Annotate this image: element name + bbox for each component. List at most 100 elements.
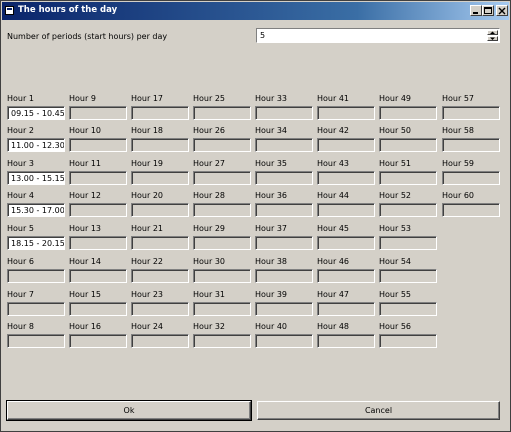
hour-input[interactable] [69,171,127,185]
hour-input[interactable]: 11.00 - 12.30 [7,138,65,152]
hour-label: Hour 4 [7,191,34,200]
hour-input[interactable] [69,138,127,152]
hour-input[interactable] [7,269,65,283]
hour-cell: Hour 37 [255,224,313,254]
hour-input[interactable] [131,106,189,120]
hour-input[interactable] [255,236,313,250]
hour-input[interactable] [193,236,251,250]
close-button[interactable] [496,5,508,16]
hour-input[interactable]: 18.15 - 20.15 [7,236,65,250]
hour-input[interactable] [131,138,189,152]
hour-input[interactable] [131,302,189,316]
hour-cell: Hour 51 [379,159,437,189]
hour-input[interactable] [379,334,437,348]
hour-input[interactable] [193,203,251,217]
hour-cell: Hour 31 [193,290,251,320]
arrow-down-icon [490,37,495,40]
hour-label: Hour 54 [379,257,411,266]
hour-label: Hour 44 [317,191,349,200]
hour-cell: Hour 21 [131,224,189,254]
hour-input[interactable] [69,203,127,217]
hour-input[interactable] [255,106,313,120]
hour-input[interactable] [193,269,251,283]
hour-input[interactable] [442,203,500,217]
hour-input[interactable] [442,138,500,152]
hour-input[interactable] [317,203,375,217]
hour-input[interactable] [131,269,189,283]
hour-cell: Hour 8 [7,322,65,352]
hour-input[interactable] [131,334,189,348]
hour-cell: Hour 55 [379,290,437,320]
hour-label: Hour 1 [7,94,34,103]
hour-input[interactable] [379,269,437,283]
hour-input[interactable] [442,171,500,185]
hour-label: Hour 13 [69,224,101,233]
hour-input[interactable] [193,138,251,152]
hour-input[interactable] [193,334,251,348]
hour-input[interactable] [379,138,437,152]
hour-cell: Hour 29 [193,224,251,254]
hour-input[interactable] [193,106,251,120]
hour-input[interactable] [7,334,65,348]
hour-input[interactable] [317,334,375,348]
hour-cell: Hour 14 [69,257,127,287]
cancel-button[interactable]: Cancel [257,401,500,420]
hour-input[interactable] [255,203,313,217]
hour-cell: Hour 25 [193,94,251,124]
hour-input[interactable] [379,302,437,316]
ok-button[interactable]: Ok [6,400,252,421]
hour-input[interactable] [379,106,437,120]
hour-label: Hour 50 [379,126,411,135]
hour-input[interactable] [255,302,313,316]
hour-input[interactable] [317,171,375,185]
hour-input[interactable] [131,171,189,185]
hour-input[interactable] [193,171,251,185]
periods-spinbox[interactable]: 5 [256,28,500,43]
hour-input[interactable] [69,106,127,120]
hour-input[interactable]: 15.30 - 17.00 [7,203,65,217]
hour-input[interactable] [69,236,127,250]
hour-cell: Hour 38 [255,257,313,287]
hour-label: Hour 33 [255,94,287,103]
hour-label: Hour 53 [379,224,411,233]
hour-input[interactable] [131,203,189,217]
hour-input[interactable] [69,334,127,348]
spin-up-button[interactable] [487,30,498,35]
hour-cell: Hour 16 [69,322,127,352]
title-bar[interactable]: The hours of the day [2,2,509,20]
hour-input[interactable] [7,302,65,316]
minimize-button[interactable] [470,5,482,16]
hour-cell: Hour 23 [131,290,189,320]
hour-input[interactable] [317,269,375,283]
app-icon [5,6,14,15]
hour-cell: Hour 4 15.30 - 17.00 [7,191,65,221]
hour-input[interactable] [379,203,437,217]
hour-cell: Hour 13 [69,224,127,254]
hour-input[interactable] [69,269,127,283]
hour-label: Hour 9 [69,94,96,103]
hour-input[interactable] [317,302,375,316]
hour-input[interactable] [379,171,437,185]
hour-input[interactable] [442,106,500,120]
hour-input[interactable] [379,236,437,250]
maximize-button[interactable] [482,5,494,16]
hour-cell: Hour 50 [379,126,437,156]
hour-input[interactable] [69,302,127,316]
periods-value[interactable]: 5 [260,31,265,40]
hour-input[interactable]: 09.15 - 10.45 [7,106,65,120]
hour-input[interactable] [193,302,251,316]
hour-cell: Hour 44 [317,191,375,221]
hour-input[interactable] [131,236,189,250]
window-title: The hours of the day [18,5,118,15]
hour-input[interactable] [317,236,375,250]
hour-input[interactable]: 13.00 - 15.15 [7,171,65,185]
hour-input[interactable] [317,106,375,120]
hour-input[interactable] [317,138,375,152]
spin-down-button[interactable] [487,36,498,41]
hour-input[interactable] [255,269,313,283]
hour-input[interactable] [255,334,313,348]
hour-input[interactable] [255,138,313,152]
hour-cell: Hour 11 [69,159,127,189]
hour-input[interactable] [255,171,313,185]
minimize-icon [473,12,478,14]
